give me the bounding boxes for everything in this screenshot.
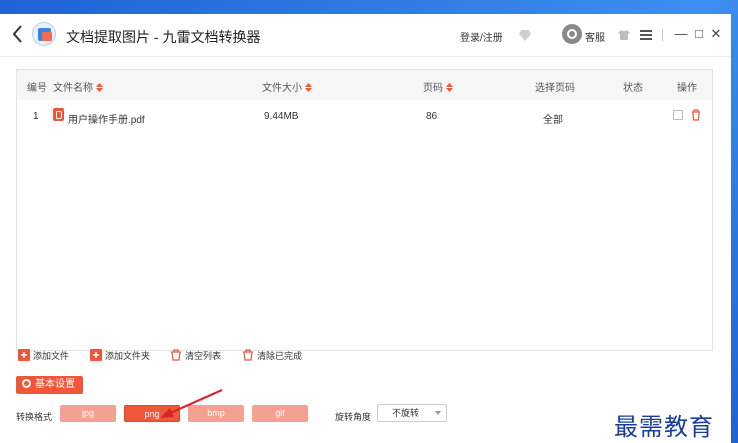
- trash-icon: [171, 349, 181, 361]
- row-filesize: 9.44MB: [264, 111, 299, 122]
- add-file-button[interactable]: 添加文件: [18, 348, 69, 366]
- table-header: 编号 文件名称 文件大小 页码 选择页码 状态 操作: [17, 70, 712, 100]
- sort-icon: [305, 83, 312, 92]
- window-title: 文档提取图片 - 九雷文档转换器: [66, 29, 261, 45]
- format-label: 转换格式: [16, 412, 53, 422]
- header-pages[interactable]: 页码: [423, 79, 453, 94]
- add-folder-button[interactable]: 添加文件夹: [90, 348, 150, 366]
- customer-service-link[interactable]: 客服: [585, 29, 605, 44]
- vip-diamond-icon[interactable]: [518, 28, 532, 42]
- row-pages: 86: [426, 111, 438, 122]
- header-selected-pages: 选择页码: [535, 83, 575, 94]
- clear-list-button[interactable]: 清空列表: [170, 348, 221, 366]
- watermark-text: 最需教育: [614, 413, 714, 441]
- login-link[interactable]: 登录/注册: [460, 29, 503, 44]
- trash-icon: [243, 349, 253, 361]
- red-arrow-annotation-icon: [160, 388, 223, 418]
- format-option-gif[interactable]: gif: [252, 405, 308, 422]
- delete-trash-icon[interactable]: [691, 109, 701, 121]
- back-icon[interactable]: [10, 23, 26, 45]
- file-toolbar: 添加文件 添加文件夹 清空列表 清除已完成: [16, 348, 716, 368]
- row-selected-pages[interactable]: 全部: [543, 111, 563, 126]
- sort-icon: [446, 83, 453, 92]
- file-table: 编号 文件名称 文件大小 页码 选择页码 状态 操作 1 用户操作手册.pdf …: [16, 69, 713, 351]
- header-filename[interactable]: 文件名称: [53, 79, 103, 94]
- header-status: 状态: [623, 83, 643, 94]
- format-option-jpg[interactable]: jpg: [60, 405, 116, 422]
- rotation-label: 旋转角度: [335, 412, 372, 422]
- open-folder-icon[interactable]: [673, 110, 683, 120]
- menu-icon[interactable]: [640, 30, 652, 40]
- app-window: 文档提取图片 - 九雷文档转换器 登录/注册 客服 — □ ✕ 编号 文件名称 …: [0, 14, 731, 443]
- row-filename: 用户操作手册.pdf: [68, 115, 145, 126]
- gear-icon: [22, 379, 31, 388]
- chevron-down-icon: [435, 411, 441, 415]
- maximize-button[interactable]: □: [692, 24, 706, 44]
- rotation-select[interactable]: 不旋转: [377, 404, 447, 422]
- title-bar: 文档提取图片 - 九雷文档转换器 登录/注册 客服 — □ ✕: [0, 14, 731, 57]
- table-row[interactable]: 1 用户操作手册.pdf 9.44MB 86 全部: [17, 101, 712, 131]
- clear-completed-button[interactable]: 清除已完成: [242, 348, 302, 366]
- close-button[interactable]: ✕: [709, 24, 723, 44]
- header-index: 编号: [27, 83, 47, 94]
- service-avatar-icon[interactable]: [562, 24, 582, 44]
- basic-settings-button[interactable]: 基本设置: [16, 376, 83, 394]
- minimize-button[interactable]: —: [674, 24, 688, 44]
- sort-icon: [96, 83, 103, 92]
- row-index: 1: [33, 111, 39, 122]
- pdf-file-icon: [53, 108, 64, 121]
- plus-icon: [90, 349, 102, 361]
- plus-icon: [18, 349, 30, 361]
- header-actions: 操作: [677, 83, 697, 94]
- titlebar-divider: [662, 29, 663, 41]
- header-filesize[interactable]: 文件大小: [262, 79, 312, 94]
- app-logo-icon: [32, 22, 56, 46]
- skin-shirt-icon[interactable]: [618, 29, 630, 41]
